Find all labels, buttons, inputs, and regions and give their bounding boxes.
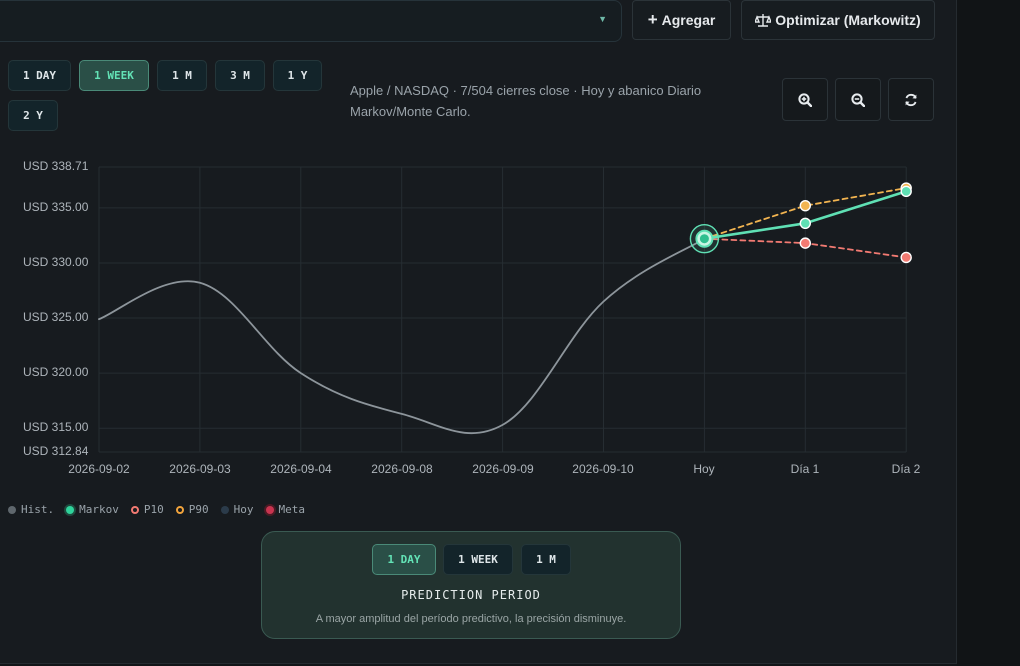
prediction-1-m[interactable]: 1 M xyxy=(521,544,571,575)
right-gutter xyxy=(957,0,1020,666)
legend-label: Markov xyxy=(79,503,119,516)
legend-swatch xyxy=(130,505,139,514)
data-point-p10 xyxy=(799,237,811,249)
prediction-period-title: PREDICTION PERIOD xyxy=(401,588,541,602)
data-point-markov xyxy=(900,185,912,198)
today-marker-dot xyxy=(699,234,709,244)
x-tick-label: Hoy xyxy=(693,462,715,476)
data-point-p10 xyxy=(900,251,912,264)
x-tick-label: 2026-09-08 xyxy=(371,462,433,476)
x-tick-label: 2026-09-03 xyxy=(169,462,231,476)
legend-item-hoy[interactable]: Hoy xyxy=(220,503,254,516)
y-tick-label: USD 338.71 xyxy=(23,159,89,173)
legend-item-markov[interactable]: Markov xyxy=(66,503,119,516)
x-tick-label: Día 2 xyxy=(891,462,921,476)
legend-swatch xyxy=(220,505,229,514)
prediction-1-week[interactable]: 1 WEEK xyxy=(443,544,513,575)
y-tick-label: USD 335.00 xyxy=(23,200,89,214)
legend-item-meta[interactable]: Meta xyxy=(265,503,306,516)
y-tick-label: USD 330.00 xyxy=(23,255,89,269)
data-point-p90 xyxy=(799,199,811,212)
prediction-period-card: 1 DAY 1 WEEK 1 M PREDICTION PERIOD A may… xyxy=(261,531,681,639)
prediction-1-day[interactable]: 1 DAY xyxy=(372,544,436,575)
y-tick-label: USD 320.00 xyxy=(23,365,89,379)
x-tick-label: 2026-09-04 xyxy=(270,462,332,476)
legend-item-hist[interactable]: Hist. xyxy=(8,503,54,516)
legend-label: Meta xyxy=(278,503,306,516)
y-tick-label: USD 312.84 xyxy=(23,444,89,458)
legend-swatch xyxy=(175,505,184,514)
legend-swatch xyxy=(8,505,16,514)
legend-label: Hist. xyxy=(21,503,55,516)
y-tick-label: USD 315.00 xyxy=(23,420,89,434)
x-tick-label: 2026-09-02 xyxy=(68,462,130,476)
chart-legend: Hist. Markov P10 P90 Hoy Meta xyxy=(8,503,305,516)
legend-swatch xyxy=(66,505,75,514)
legend-swatch xyxy=(265,505,274,514)
prediction-period-note: A mayor amplitud del período predictivo,… xyxy=(315,613,627,625)
data-point-markov xyxy=(799,217,811,229)
legend-item-p90[interactable]: P90 xyxy=(175,503,209,516)
x-tick-label: Día 1 xyxy=(790,462,820,476)
price-chart xyxy=(98,166,912,453)
x-tick-label: 2026-09-09 xyxy=(472,462,534,476)
legend-label: Hoy xyxy=(233,503,254,516)
legend-label: P10 xyxy=(143,503,164,516)
x-tick-label: 2026-09-10 xyxy=(572,462,634,476)
legend-label: P90 xyxy=(188,503,209,516)
legend-item-p10[interactable]: P10 xyxy=(130,503,164,516)
y-tick-label: USD 325.00 xyxy=(23,310,89,324)
